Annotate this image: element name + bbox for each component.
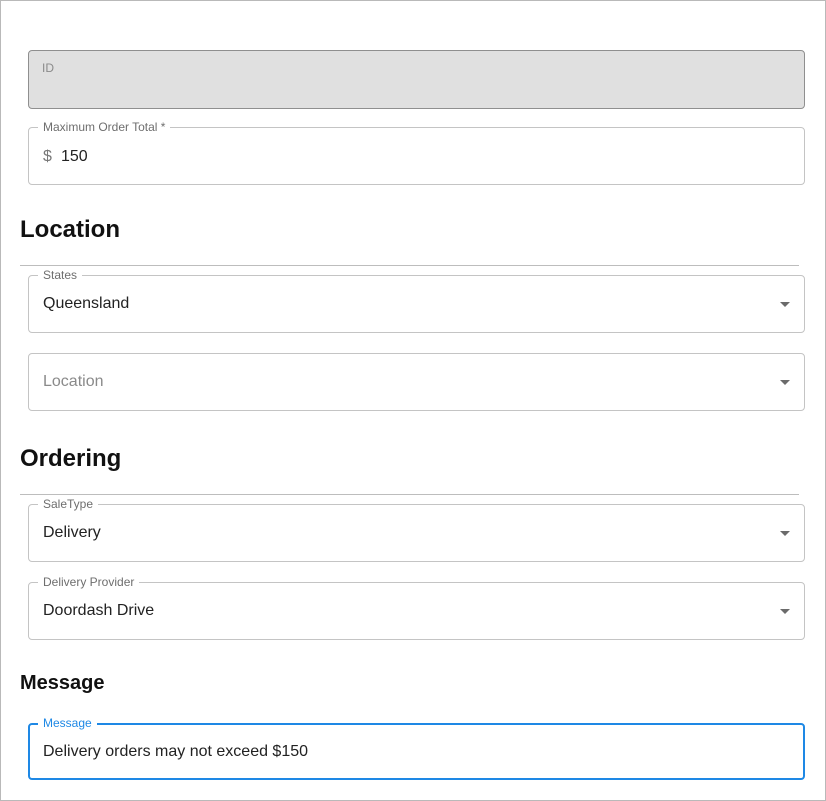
location-heading: Location (20, 216, 120, 243)
id-field-label: ID (42, 61, 54, 75)
message-field[interactable]: Message Delivery orders may not exceed $… (28, 716, 805, 780)
ordering-heading: Ordering (20, 445, 122, 472)
sale-type-value: Delivery (43, 524, 101, 541)
chevron-down-icon[interactable] (780, 531, 790, 536)
ordering-divider (20, 494, 799, 495)
id-field: ID (28, 50, 805, 109)
sale-type-label: SaleType (38, 497, 99, 511)
message-input[interactable]: Delivery orders may not exceed $150 (43, 742, 308, 762)
chevron-down-icon[interactable] (780, 302, 790, 307)
states-label: States (38, 268, 83, 282)
sale-type-select[interactable]: SaleType Delivery (28, 497, 805, 562)
message-label: Message (38, 716, 97, 730)
dollar-prefix: $ (43, 148, 52, 165)
states-value: Queensland (43, 295, 130, 312)
location-placeholder: Location (43, 373, 104, 390)
location-select[interactable]: Location (28, 353, 805, 411)
delivery-provider-select[interactable]: Delivery Provider Doordash Drive (28, 575, 805, 640)
form-panel: ID Maximum Order Total * $ 150 Location … (0, 0, 826, 801)
max-order-total-input[interactable]: 150 (61, 147, 88, 167)
location-divider (20, 265, 799, 266)
delivery-provider-label: Delivery Provider (38, 575, 140, 589)
message-heading: Message (20, 672, 105, 694)
chevron-down-icon[interactable] (780, 609, 790, 614)
max-order-total-field[interactable]: Maximum Order Total * $ 150 (28, 120, 805, 185)
delivery-provider-value: Doordash Drive (43, 602, 155, 619)
chevron-down-icon[interactable] (780, 380, 790, 385)
states-select[interactable]: States Queensland (28, 268, 805, 333)
max-order-total-label: Maximum Order Total * (38, 120, 171, 134)
